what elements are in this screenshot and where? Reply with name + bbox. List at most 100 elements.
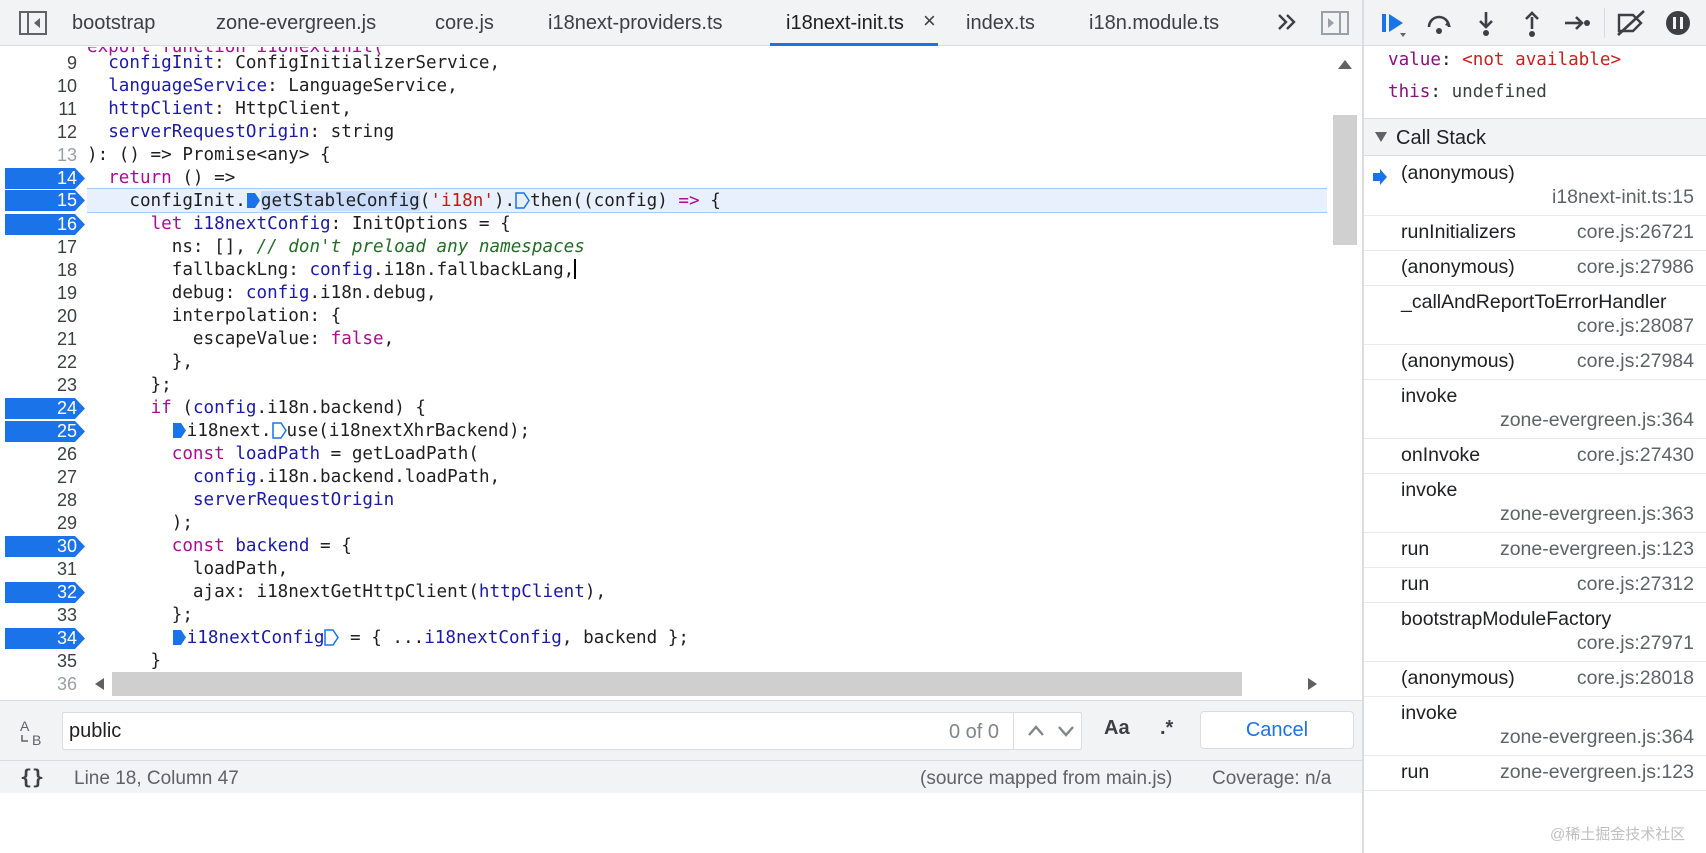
scroll-left-icon[interactable] <box>92 676 106 692</box>
horizontal-scrollbar[interactable] <box>86 669 1328 699</box>
line-number[interactable]: 11 <box>5 97 85 122</box>
line-number[interactable]: 29 <box>5 511 85 536</box>
scrollbar-thumb[interactable] <box>112 672 1242 696</box>
line-number[interactable]: 10 <box>5 74 85 99</box>
call-frame[interactable]: _callAndReportToErrorHandler core.js:2808… <box>1364 286 1706 345</box>
breakpoint-line-number[interactable]: 15 <box>5 188 85 213</box>
call-frame[interactable]: invoke zone-evergreen.js:363 <box>1364 474 1706 533</box>
line-number[interactable]: 9 <box>5 51 85 76</box>
inline-breakpoint-icon[interactable] <box>271 422 287 439</box>
inline-breakpoint-icon[interactable] <box>515 192 531 209</box>
scrollbar-thumb[interactable] <box>1333 115 1357 245</box>
tab-i18next-init[interactable]: i18next-init.ts <box>770 0 938 46</box>
breakpoint-line-number[interactable]: 16 <box>5 212 85 237</box>
frame-location[interactable]: core.js:27312 <box>1577 573 1694 596</box>
more-tabs-icon[interactable] <box>1272 8 1300 36</box>
step-out-icon[interactable] <box>1517 9 1547 37</box>
frame-location[interactable]: zone-evergreen.js:364 <box>1500 409 1694 432</box>
close-tab-icon[interactable]: × <box>923 0 936 42</box>
line-number[interactable]: 22 <box>5 350 85 375</box>
line-number[interactable]: 27 <box>5 465 85 490</box>
frame-location[interactable]: core.js:28018 <box>1577 667 1694 690</box>
call-frame[interactable]: (anonymous) i18next-init.ts:15 <box>1364 157 1706 216</box>
replace-toggle-icon[interactable]: A B <box>18 717 48 747</box>
source-map-info[interactable]: (source mapped from main.js) <box>920 768 1172 790</box>
breakpoint-line-number[interactable]: 24 <box>5 396 85 421</box>
breakpoint-line-number[interactable]: 30 <box>5 534 85 559</box>
tab-zone-evergreen[interactable]: zone-evergreen.js <box>216 0 376 46</box>
regex-button[interactable]: .* <box>1160 717 1173 740</box>
call-frame[interactable]: onInvoke core.js:27430 <box>1364 439 1706 474</box>
toggle-debugger-icon[interactable] <box>1320 10 1350 36</box>
line-number[interactable]: 12 <box>5 120 85 145</box>
tab-bootstrap[interactable]: bootstrap <box>72 0 155 46</box>
line-number[interactable]: 36 <box>5 672 85 697</box>
frame-location[interactable]: i18next-init.ts:15 <box>1552 186 1694 209</box>
line-number[interactable]: 31 <box>5 557 85 582</box>
breakpoint-line-number[interactable]: 32 <box>5 580 85 605</box>
frame-location[interactable]: zone-evergreen.js:363 <box>1500 503 1694 526</box>
step-over-icon[interactable] <box>1424 9 1454 37</box>
line-number[interactable]: 21 <box>5 327 85 352</box>
pretty-print-button[interactable]: {} <box>20 765 44 789</box>
call-frame[interactable]: runInitializers core.js:26721 <box>1364 216 1706 251</box>
call-frame[interactable]: (anonymous) core.js:27986 <box>1364 251 1706 286</box>
code-content[interactable]: export function i18nextInit( configInit:… <box>87 47 1327 730</box>
call-frame[interactable]: run zone-evergreen.js:123 <box>1364 756 1706 791</box>
line-number[interactable]: 33 <box>5 603 85 628</box>
inline-breakpoint-icon[interactable] <box>324 629 340 646</box>
frame-location[interactable]: core.js:27971 <box>1577 632 1694 655</box>
line-number[interactable]: 19 <box>5 281 85 306</box>
frame-location[interactable]: zone-evergreen.js:123 <box>1500 538 1694 561</box>
tab-core-js[interactable]: core.js <box>435 0 494 46</box>
line-number[interactable]: 20 <box>5 304 85 329</box>
resume-icon[interactable] <box>1378 9 1408 37</box>
call-frame[interactable]: (anonymous) core.js:28018 <box>1364 662 1706 697</box>
scope-variable[interactable]: this: undefined <box>1388 82 1547 102</box>
vertical-scrollbar[interactable] <box>1328 47 1362 730</box>
inline-breakpoint-icon[interactable] <box>246 192 261 209</box>
frame-location[interactable]: zone-evergreen.js:123 <box>1500 761 1694 784</box>
frame-location[interactable]: core.js:27984 <box>1577 350 1694 373</box>
tab-index-ts[interactable]: index.ts <box>966 0 1035 46</box>
frame-location[interactable]: zone-evergreen.js:364 <box>1500 726 1694 749</box>
toggle-navigator-icon[interactable] <box>18 10 48 36</box>
step-icon[interactable] <box>1562 9 1592 37</box>
next-match-icon[interactable] <box>1055 721 1077 741</box>
call-frame[interactable]: invoke zone-evergreen.js:364 <box>1364 380 1706 439</box>
step-into-icon[interactable] <box>1471 9 1501 37</box>
breakpoint-line-number[interactable]: 25 <box>5 419 85 444</box>
inline-breakpoint-icon[interactable] <box>172 422 187 439</box>
call-stack-header[interactable]: Call Stack <box>1364 118 1706 156</box>
line-number[interactable]: 17 <box>5 235 85 260</box>
frame-location[interactable]: core.js:27986 <box>1577 256 1694 279</box>
call-frame[interactable]: run zone-evergreen.js:123 <box>1364 533 1706 568</box>
frame-location[interactable]: core.js:27430 <box>1577 444 1694 467</box>
line-number[interactable]: 35 <box>5 649 85 674</box>
cancel-button[interactable]: Cancel <box>1200 711 1354 749</box>
line-number-gutter[interactable]: 9 10 11 12 13 14 15 16 17 18 19 20 21 22 23 24 25 26 27 28 2… <box>5 47 85 730</box>
line-number[interactable]: 28 <box>5 488 85 513</box>
match-case-button[interactable]: Aa <box>1104 717 1130 740</box>
frame-location[interactable]: core.js:28087 <box>1577 315 1694 338</box>
line-number[interactable]: 23 <box>5 373 85 398</box>
call-frame[interactable]: bootstrapModuleFactory core.js:27971 <box>1364 603 1706 662</box>
call-frame[interactable]: invoke zone-evergreen.js:364 <box>1364 697 1706 756</box>
scroll-right-icon[interactable] <box>1306 676 1320 692</box>
scroll-up-icon[interactable] <box>1336 57 1354 71</box>
code-editor[interactable]: 9 10 11 12 13 14 15 16 17 18 19 20 21 22 23 24 25 26 27 28 2… <box>0 47 1362 730</box>
tab-i18n-module[interactable]: i18n.module.ts <box>1089 0 1219 46</box>
frame-location[interactable]: core.js:26721 <box>1577 221 1694 244</box>
line-number[interactable]: 26 <box>5 442 85 467</box>
inline-breakpoint-icon[interactable] <box>172 629 187 646</box>
tab-i18next-providers[interactable]: i18next-providers.ts <box>548 0 723 46</box>
breakpoint-line-number[interactable]: 34 <box>5 626 85 651</box>
scope-variable[interactable]: value: <not available> <box>1388 50 1621 70</box>
search-input[interactable] <box>69 717 929 745</box>
line-number[interactable]: 13 <box>5 143 85 168</box>
call-frame[interactable]: run core.js:27312 <box>1364 568 1706 603</box>
call-frame[interactable]: (anonymous) core.js:27984 <box>1364 345 1706 380</box>
previous-match-icon[interactable] <box>1025 721 1047 741</box>
line-number[interactable]: 18 <box>5 258 85 283</box>
deactivate-breakpoints-icon[interactable] <box>1616 9 1646 37</box>
